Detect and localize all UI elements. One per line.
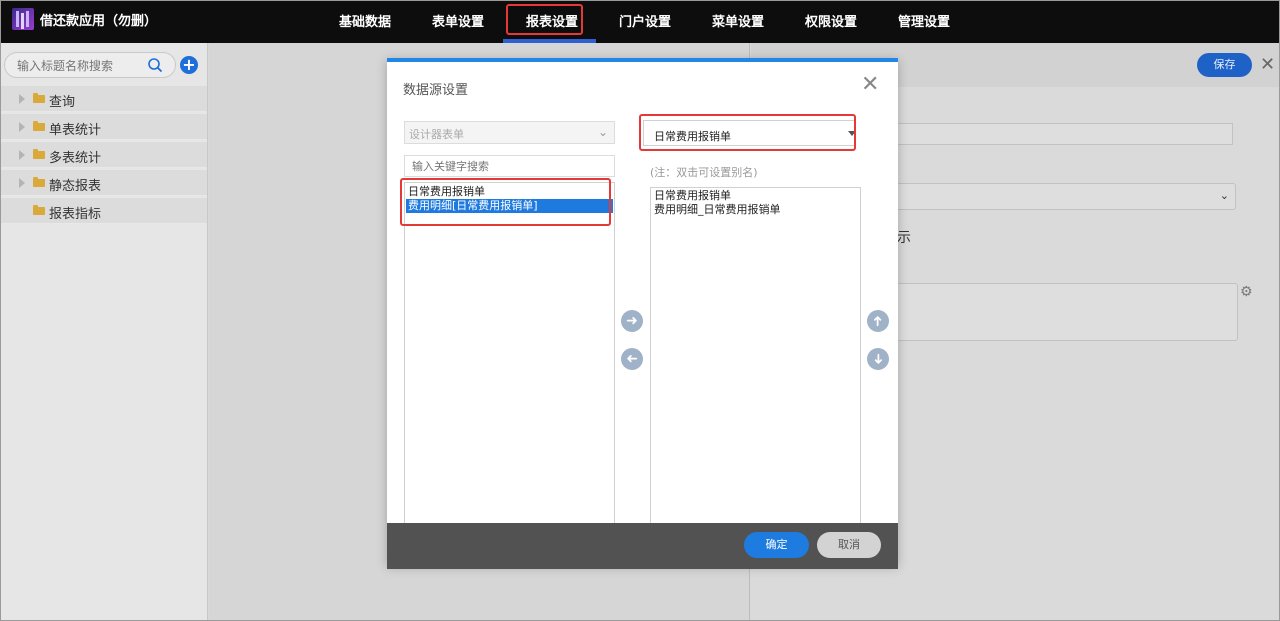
property-label: 示 xyxy=(897,230,911,246)
add-icon[interactable]: + xyxy=(180,56,198,74)
nav-highlight-box xyxy=(506,4,583,35)
close-icon[interactable]: ✕ xyxy=(1260,54,1275,75)
expand-arrow-icon[interactable] xyxy=(19,122,25,132)
expand-arrow-icon[interactable] xyxy=(19,150,25,160)
save-button[interactable]: 保存 xyxy=(1197,53,1252,77)
folder-icon xyxy=(33,121,45,131)
nav-form-settings[interactable]: 表单设置 xyxy=(432,11,484,30)
search-icon[interactable] xyxy=(147,57,163,73)
move-up-icon[interactable]: ➜ xyxy=(867,310,889,332)
app-logo-icon xyxy=(12,8,34,30)
highlight-box xyxy=(400,178,611,226)
sidebar-item-static-report[interactable]: 静态报表 xyxy=(0,170,207,196)
chevron-down-icon: ⌄ xyxy=(597,125,608,139)
data-source-dialog: 数据源设置 ✕ 设计器表单 ⌄ 日常费用报销单 费用明细[日常费用报销单] ➜ … xyxy=(387,58,898,569)
sidebar: + 查询 单表统计 多表统计 静态报表 报表指标 xyxy=(0,43,208,621)
sidebar-search-input[interactable] xyxy=(17,57,137,74)
top-navbar: 借还款应用（勿删） 基础数据 表单设置 报表设置 门户设置 菜单设置 权限设置 … xyxy=(0,0,1280,43)
nav-admin-settings[interactable]: 管理设置 xyxy=(898,11,950,30)
source-type-value: 设计器表单 xyxy=(409,128,464,141)
nav-permission-settings[interactable]: 权限设置 xyxy=(805,11,857,30)
sidebar-item-label: 静态报表 xyxy=(49,179,102,194)
sidebar-item-label: 多表统计 xyxy=(49,151,102,166)
list-item[interactable]: 日常费用报销单 xyxy=(652,189,859,203)
sidebar-item-label: 单表统计 xyxy=(49,123,102,138)
folder-icon xyxy=(33,205,45,215)
list-item[interactable]: 费用明细_日常费用报销单 xyxy=(652,203,859,217)
nav-portal-settings[interactable]: 门户设置 xyxy=(619,11,671,30)
property-select[interactable]: ⌄ xyxy=(891,183,1236,210)
move-down-icon[interactable]: ➜ xyxy=(867,348,889,370)
folder-icon xyxy=(33,93,45,103)
sidebar-item-label: 报表指标 xyxy=(49,207,102,222)
app-title: 借还款应用（勿删） xyxy=(40,14,158,29)
property-input[interactable] xyxy=(891,123,1233,145)
folder-icon xyxy=(33,149,45,159)
highlight-box xyxy=(639,114,856,151)
sidebar-item-single-table-stats[interactable]: 单表统计 xyxy=(0,114,207,140)
dialog-footer: 确定 取消 xyxy=(387,523,898,569)
cancel-button[interactable]: 取消 xyxy=(817,532,881,558)
available-sources-list[interactable]: 日常费用报销单 费用明细[日常费用报销单] xyxy=(404,182,615,524)
expand-arrow-icon[interactable] xyxy=(19,94,25,104)
sidebar-item-query[interactable]: 查询 xyxy=(0,86,207,112)
source-type-select[interactable]: 设计器表单 ⌄ xyxy=(404,121,615,144)
expand-arrow-icon[interactable] xyxy=(19,178,25,188)
sidebar-search xyxy=(4,52,176,78)
sidebar-item-report-indicators[interactable]: 报表指标 xyxy=(0,198,207,224)
property-textarea[interactable] xyxy=(891,283,1238,341)
folder-icon xyxy=(33,177,45,187)
selected-sources-list[interactable]: 日常费用报销单 费用明细_日常费用报销单 xyxy=(650,187,861,525)
confirm-button[interactable]: 确定 xyxy=(744,532,809,558)
dialog-title: 数据源设置 xyxy=(403,83,469,98)
close-icon[interactable]: ✕ xyxy=(861,74,879,96)
nav-menu-settings[interactable]: 菜单设置 xyxy=(712,11,764,30)
move-right-icon[interactable]: ➜ xyxy=(621,310,643,332)
gear-icon[interactable]: ⚙ xyxy=(1240,284,1253,300)
nav-basic-data[interactable]: 基础数据 xyxy=(339,11,391,30)
alias-hint: (注：双击可设置别名) xyxy=(650,166,758,179)
chevron-down-icon: ⌄ xyxy=(1219,189,1229,202)
move-left-icon[interactable]: ➜ xyxy=(621,348,643,370)
sidebar-item-label: 查询 xyxy=(49,95,76,110)
sidebar-item-multi-table-stats[interactable]: 多表统计 xyxy=(0,142,207,168)
keyword-search-input[interactable] xyxy=(404,155,615,177)
